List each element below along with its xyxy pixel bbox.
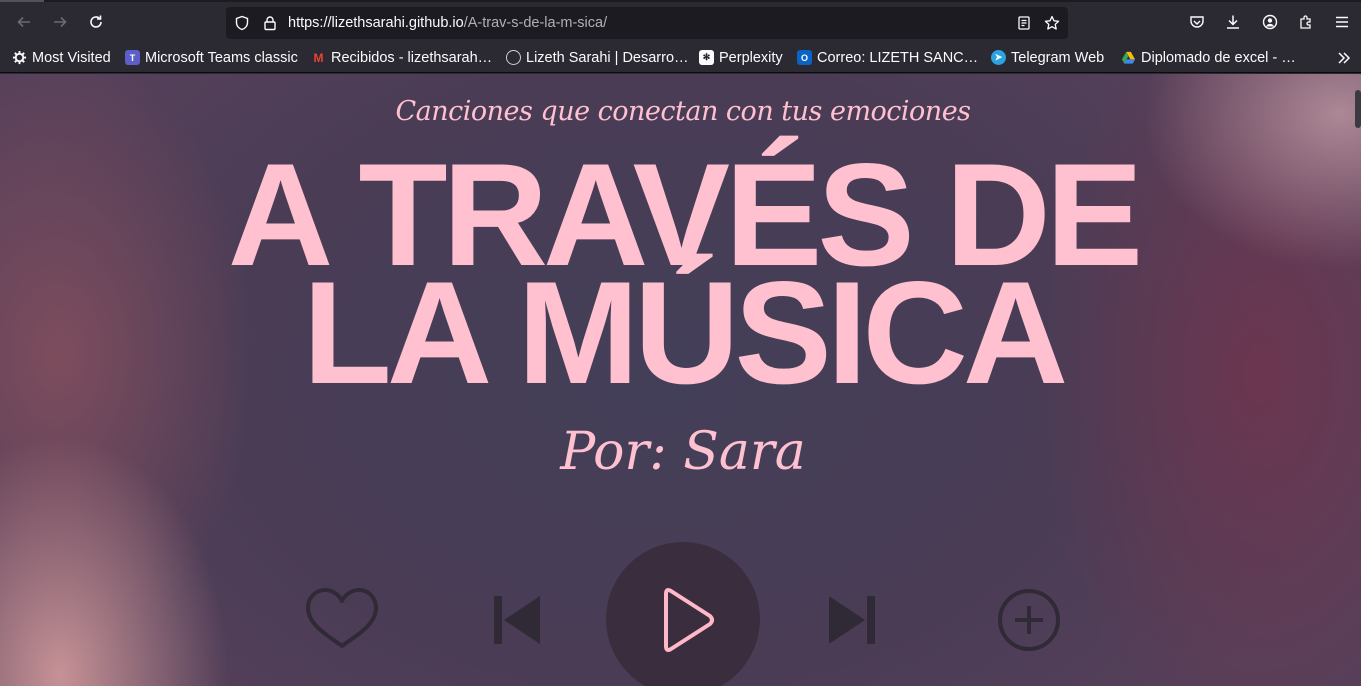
add-button[interactable] xyxy=(996,587,1062,653)
drive-icon xyxy=(1121,50,1136,65)
download-icon xyxy=(1227,15,1239,29)
bookmark-label: Perplexity xyxy=(719,49,783,66)
reload-button[interactable] xyxy=(82,8,110,36)
bookmark-perplexity[interactable]: ✻ Perplexity xyxy=(699,42,783,73)
author-byline: Por: Sara xyxy=(560,422,806,482)
navigation-toolbar: https://lizethsarahi.github.io/A-trav-s-… xyxy=(0,2,1361,40)
pocket-button[interactable] xyxy=(1183,8,1211,36)
title-line-2: LA MÚSICA xyxy=(302,251,1069,414)
bookmark-diplomado[interactable]: Diplomado de excel - … xyxy=(1121,42,1296,73)
page-title: A TRAVÉS DE LA MÚSICA xyxy=(0,142,1361,414)
bookmark-label: Correo: LIZETH SANC… xyxy=(817,49,979,66)
downloads-button[interactable] xyxy=(1219,8,1247,36)
address-bar[interactable]: https://lizethsarahi.github.io/A-trav-s-… xyxy=(226,7,1068,39)
lock-icon[interactable] xyxy=(262,15,278,31)
previous-button[interactable] xyxy=(492,594,542,646)
gear-icon xyxy=(12,50,27,65)
site-icon xyxy=(506,50,521,65)
like-button[interactable] xyxy=(302,586,382,652)
menu-button[interactable] xyxy=(1328,8,1356,36)
account-icon xyxy=(1262,14,1278,30)
bookmark-label: Telegram Web xyxy=(1011,49,1105,66)
arrow-left-icon xyxy=(17,16,30,28)
forward-button[interactable] xyxy=(46,8,74,36)
hamburger-menu-icon xyxy=(1336,16,1348,28)
shield-icon[interactable] xyxy=(234,15,250,31)
previous-icon xyxy=(494,596,540,644)
bookmark-star-icon[interactable] xyxy=(1044,15,1060,31)
bookmark-gmail[interactable]: M Recibidos - lizethsarah… xyxy=(311,42,493,73)
bookmark-lizeth-site[interactable]: Lizeth Sarahi | Desarro… xyxy=(506,42,689,73)
bookmark-label: Recibidos - lizethsarah… xyxy=(331,49,493,66)
next-button[interactable] xyxy=(827,594,877,646)
bookmark-label: Lizeth Sarahi | Desarro… xyxy=(526,49,689,66)
perplexity-icon: ✻ xyxy=(699,50,714,65)
heart-icon xyxy=(306,588,378,648)
bookmark-outlook[interactable]: O Correo: LIZETH SANC… xyxy=(797,42,978,73)
puzzle-icon xyxy=(1300,15,1311,29)
add-icon xyxy=(998,589,1060,651)
music-page: Canciones que conectan con tus emociones… xyxy=(0,74,1361,686)
teams-icon: T xyxy=(125,50,140,65)
page-subtitle: Canciones que conectan con tus emociones xyxy=(395,96,971,127)
arrow-right-icon xyxy=(54,16,67,28)
gmail-icon: M xyxy=(313,50,324,65)
back-button[interactable] xyxy=(10,8,38,36)
bookmark-label: Microsoft Teams classic xyxy=(145,49,298,66)
telegram-icon: ➤ xyxy=(991,50,1006,65)
bookmark-telegram[interactable]: ➤ Telegram Web xyxy=(991,42,1104,73)
outlook-icon: O xyxy=(797,50,812,65)
bookmark-most-visited[interactable]: Most Visited xyxy=(12,42,111,73)
bookmark-label: Diplomado de excel - … xyxy=(1141,49,1296,66)
reload-icon xyxy=(90,15,102,28)
pocket-icon xyxy=(1190,16,1204,28)
bookmarks-toolbar: Most Visited T Microsoft Teams classic M… xyxy=(0,42,1361,73)
account-button[interactable] xyxy=(1256,8,1284,36)
next-icon xyxy=(829,596,875,644)
bookmark-teams[interactable]: T Microsoft Teams classic xyxy=(125,42,298,73)
play-button[interactable] xyxy=(606,542,760,686)
extensions-button[interactable] xyxy=(1292,8,1320,36)
chevron-double-right-icon xyxy=(1338,51,1351,64)
bookmarks-overflow-button[interactable] xyxy=(1336,42,1352,73)
url-path: /A-trav-s-de-la-m-sica/ xyxy=(463,15,608,31)
url-host: https://lizethsarahi.github.io xyxy=(288,15,464,31)
bookmark-label: Most Visited xyxy=(32,49,111,66)
url-text[interactable]: https://lizethsarahi.github.io/A-trav-s-… xyxy=(288,7,607,39)
reader-view-icon[interactable] xyxy=(1016,15,1032,31)
play-icon xyxy=(664,588,714,652)
